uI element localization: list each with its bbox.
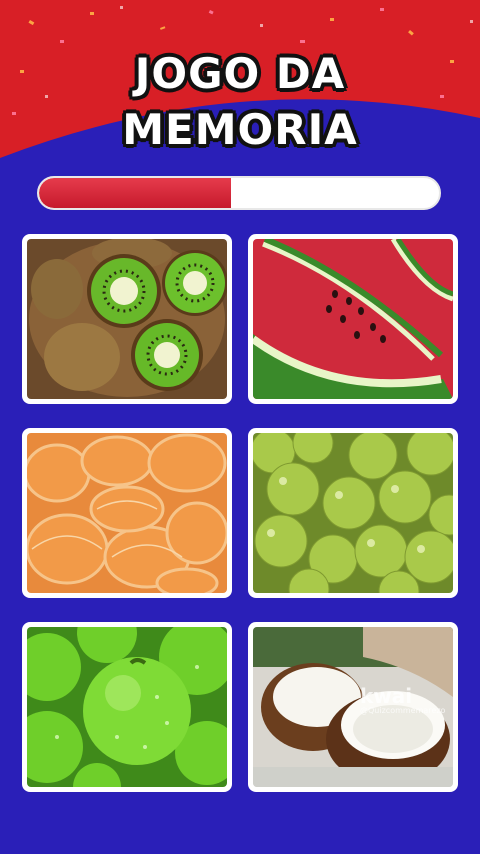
kiwi-image xyxy=(27,239,227,399)
timer-progress-fill xyxy=(39,178,231,208)
memory-card-grapes[interactable] xyxy=(248,428,458,598)
green-apple-image xyxy=(27,627,227,787)
grapes-image xyxy=(253,433,453,593)
timer-progress-bar xyxy=(37,176,441,210)
memory-card-kiwi[interactable] xyxy=(22,234,232,404)
memory-card-tangerine[interactable] xyxy=(22,428,232,598)
kwai-watermark: kwai @Quizcommemarezo xyxy=(360,684,445,715)
memory-card-watermelon[interactable] xyxy=(248,234,458,404)
tangerine-image xyxy=(27,433,227,593)
kwai-logo: kwai xyxy=(360,684,413,708)
game-title-line-1: JOGO DA xyxy=(134,49,346,98)
watermark-username: @Quizcommemarezo xyxy=(360,706,446,715)
watermelon-image xyxy=(253,239,453,399)
memory-card-green-apple[interactable] xyxy=(22,622,232,792)
game-title-line-2: MEMORIA xyxy=(122,105,358,154)
red-banner-background xyxy=(0,0,480,158)
